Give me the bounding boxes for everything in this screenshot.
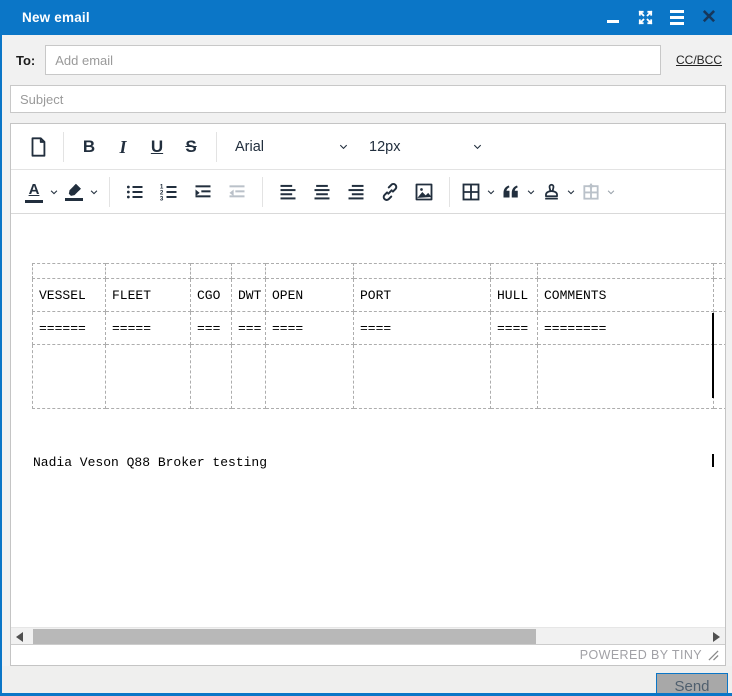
new-document-icon[interactable]: [21, 130, 55, 164]
text-color-icon[interactable]: A: [21, 175, 47, 209]
table-underline-cell: [714, 312, 726, 345]
text-color-chevron-icon[interactable]: [47, 187, 61, 197]
toolbar-row-1: B I U S Arial 12px: [11, 124, 725, 170]
font-size-dropdown[interactable]: 12px: [363, 130, 489, 164]
close-icon[interactable]: ✕: [700, 9, 718, 27]
table-header-cell: FLEET: [106, 279, 191, 312]
table-underline-cell: ===: [191, 312, 232, 345]
scroll-left-icon[interactable]: [11, 628, 28, 645]
indent-icon[interactable]: [186, 175, 220, 209]
table-header-cell: HULL: [491, 279, 538, 312]
send-button[interactable]: Send: [656, 673, 728, 696]
table-insert-chevron-icon[interactable]: [604, 187, 618, 197]
recipient-row: To: CC/BCC: [2, 35, 732, 75]
outdent-icon[interactable]: [220, 175, 254, 209]
stamp-chevron-icon[interactable]: [564, 187, 578, 197]
table-header-cell: PORT: [354, 279, 491, 312]
ccbcc-link[interactable]: CC/BCC: [676, 53, 722, 67]
table-chevron-icon[interactable]: [484, 187, 498, 197]
stamp-icon[interactable]: [538, 175, 564, 209]
table-header-cell: VESSEL: [33, 279, 106, 312]
table-header-cell: CGO: [191, 279, 232, 312]
editor-statusbar: POWERED BY TINY: [11, 644, 725, 665]
scrollbar-thumb[interactable]: [33, 629, 536, 644]
scroll-right-icon[interactable]: [708, 628, 725, 645]
table-underline-cell: ===: [232, 312, 266, 345]
svg-text:3: 3: [160, 195, 164, 202]
font-family-dropdown[interactable]: Arial: [229, 130, 355, 164]
font-size-value: 12px: [369, 139, 400, 155]
link-icon[interactable]: [373, 175, 407, 209]
horizontal-scrollbar[interactable]: [11, 627, 725, 644]
to-input[interactable]: [45, 45, 661, 75]
expand-icon[interactable]: [636, 9, 654, 27]
tiny-branding: POWERED BY TINY: [580, 648, 702, 662]
titlebar: New email ✕: [2, 0, 732, 35]
editor-content[interactable]: VESSEL FLEET CGO DWT OPEN PORT HULL COMM…: [11, 214, 725, 627]
table-header-cell: OPEN: [266, 279, 354, 312]
text-cursor: [712, 313, 714, 398]
subject-input[interactable]: [10, 85, 726, 113]
table-underline-cell: ========: [538, 312, 714, 345]
highlight-color-icon[interactable]: [61, 175, 87, 209]
blockquote-chevron-icon[interactable]: [524, 187, 538, 197]
table-underline-cell: =====: [106, 312, 191, 345]
resize-handle-icon[interactable]: [708, 650, 719, 661]
italic-icon[interactable]: I: [106, 130, 140, 164]
bullet-list-icon[interactable]: [118, 175, 152, 209]
email-body-text[interactable]: Nadia Veson Q88 Broker testing: [33, 455, 725, 470]
table-underline-cell: ====: [491, 312, 538, 345]
blockquote-icon[interactable]: [498, 175, 524, 209]
table-row: ====== ===== === === ==== ==== ==== ====…: [33, 312, 726, 345]
table-row: [33, 345, 726, 409]
table-header-cell: COMMENTS: [538, 279, 714, 312]
table-underline-cell: ====: [354, 312, 491, 345]
rich-text-editor: B I U S Arial 12px A: [10, 123, 726, 666]
align-left-icon[interactable]: [271, 175, 305, 209]
vessel-table[interactable]: VESSEL FLEET CGO DWT OPEN PORT HULL COMM…: [32, 263, 725, 409]
font-family-value: Arial: [235, 139, 264, 155]
toolbar-row-2: A 1 2: [11, 170, 725, 214]
to-label: To:: [16, 53, 35, 68]
table-header-cell: [714, 279, 726, 312]
highlight-color-chevron-icon[interactable]: [87, 187, 101, 197]
align-center-icon[interactable]: [305, 175, 339, 209]
table-row: [33, 264, 726, 279]
table-underline-cell: ======: [33, 312, 106, 345]
bold-icon[interactable]: B: [72, 130, 106, 164]
strikethrough-icon[interactable]: S: [174, 130, 208, 164]
text-cursor-stub: [712, 454, 714, 467]
menu-icon[interactable]: [668, 9, 686, 27]
dialog-footer: Send: [2, 666, 732, 696]
image-icon[interactable]: [407, 175, 441, 209]
minimize-icon[interactable]: [604, 9, 622, 27]
new-email-dialog: New email ✕ To: CC/BCC: [0, 0, 732, 696]
table-row: VESSEL FLEET CGO DWT OPEN PORT HULL COMM…: [33, 279, 726, 312]
dialog-title: New email: [22, 10, 90, 25]
table-underline-cell: ====: [266, 312, 354, 345]
numbered-list-icon[interactable]: 1 2 3: [152, 175, 186, 209]
table-header-cell: DWT: [232, 279, 266, 312]
underline-icon[interactable]: U: [140, 130, 174, 164]
table-icon[interactable]: [458, 175, 484, 209]
table-insert-icon[interactable]: [578, 175, 604, 209]
align-right-icon[interactable]: [339, 175, 373, 209]
